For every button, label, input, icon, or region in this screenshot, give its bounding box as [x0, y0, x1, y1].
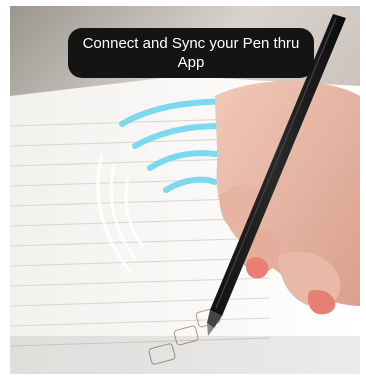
caption-text: Connect and Sync your Pen thru App [82, 35, 300, 71]
product-image: Connect and Sync your Pen thru App [10, 6, 360, 374]
caption-banner: Connect and Sync your Pen thru App [68, 28, 314, 78]
